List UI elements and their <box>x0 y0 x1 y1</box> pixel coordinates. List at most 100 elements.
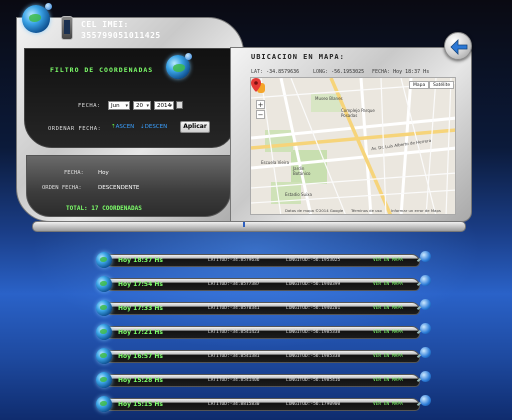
satellite-type-button[interactable]: Satélite <box>429 81 455 89</box>
desc-label: DESCEN <box>144 124 168 130</box>
filter-form <box>24 48 234 148</box>
year-select[interactable]: 2014 <box>154 101 174 111</box>
globe-icon <box>96 348 112 364</box>
map-pin-icon[interactable] <box>420 251 431 262</box>
map-terms-link[interactable]: Términos de uso <box>351 208 382 213</box>
back-button[interactable] <box>444 32 472 60</box>
see-on-map-link[interactable]: VER EN MAPA <box>373 258 403 263</box>
calendar-icon[interactable] <box>176 101 183 109</box>
zoom-in-button[interactable]: + <box>256 100 265 109</box>
order-desc-link[interactable]: ⇣DESCEN <box>140 124 167 130</box>
map-lng-label: LONG: <box>313 69 329 75</box>
order-asc-link[interactable]: ⇡ASCEN <box>111 124 134 130</box>
order-label: ORDENAR FECHA: <box>48 126 102 132</box>
lng-prefix: LONGITUD: <box>286 282 311 287</box>
map-label-estadio: Estadio Suixa <box>285 192 313 197</box>
map-date-label: FECHA: <box>372 69 391 75</box>
item-time: Hoy 17:33 Hs <box>118 305 163 312</box>
see-on-map-link[interactable]: VER EN MAPA <box>373 378 403 383</box>
lng-value: -56.1985338 <box>310 330 341 335</box>
item-lat: LATITUD:-34.8579636 <box>208 258 260 263</box>
map-marker-icon[interactable] <box>251 78 261 92</box>
map-report-link[interactable]: Informar un error de Maps <box>391 208 441 213</box>
map-pin-icon[interactable] <box>420 371 431 382</box>
list-item[interactable]: Hoy 17:33 Hs LATITUD:-34.8570341 LONGITU… <box>96 299 432 317</box>
list-item[interactable]: Hoy 17:54 Hs LATITUD:-34.8577387 LONGITU… <box>96 275 432 293</box>
list-item[interactable]: Hoy 17:21 Hs LATITUD:-34.8541423 LONGITU… <box>96 323 432 341</box>
map-pin-icon[interactable] <box>420 323 431 334</box>
map-lat-label: LAT: <box>251 69 264 75</box>
globe-icon <box>96 252 112 268</box>
list-item[interactable]: Hoy 16:57 Hs LATITUD:-34.8541381 LONGITU… <box>96 347 432 365</box>
lng-value: -56.1985338 <box>310 354 341 359</box>
map-lng-value: -56.1953025 <box>331 69 365 75</box>
globe-icon <box>96 372 112 388</box>
map-date: FECHA: Hoy 18:37 Hs <box>372 69 429 75</box>
map-pin-icon[interactable] <box>420 347 431 358</box>
map-lat: LAT: -34.8579636 <box>251 69 299 75</box>
lat-value: -34.8541423 <box>229 330 260 335</box>
map-lng: LONG: -56.1953025 <box>313 69 364 75</box>
map-pin-icon[interactable] <box>420 275 431 286</box>
lng-prefix: LONGITUD: <box>286 354 311 359</box>
day-select[interactable]: 20 <box>133 101 151 111</box>
lat-prefix: LATITUD: <box>208 402 230 407</box>
lng-prefix: LONGITUD: <box>286 378 311 383</box>
list-item[interactable]: Hoy 15:15 Hs LATITUD:-34.8815830 LONGITU… <box>96 395 432 413</box>
map-pin-icon[interactable] <box>420 395 431 406</box>
panel-divider <box>32 221 466 232</box>
lat-value: -34.8541406 <box>229 378 260 383</box>
lat-prefix: LATITUD: <box>208 378 230 383</box>
item-lng: LONGITUD:-56.1985338 <box>286 330 340 335</box>
google-map[interactable]: + − Mapa Satélite Museo Blanes Complejo … <box>250 77 456 215</box>
map-pin-icon[interactable] <box>420 299 431 310</box>
map-date-value: Hoy 18:37 Hs <box>393 69 430 75</box>
item-lat: LATITUD:-34.8570341 <box>208 306 260 311</box>
map-type-button[interactable]: Mapa <box>409 81 430 89</box>
item-lng: LONGITUD:-56.1940201 <box>286 306 340 311</box>
zoom-out-button[interactable]: − <box>256 110 265 119</box>
globe-icon <box>96 324 112 340</box>
lat-value: -34.8815830 <box>229 402 260 407</box>
lng-value: -56.1985416 <box>310 378 341 383</box>
map-label-escuela: Escuela Vieira <box>261 160 290 165</box>
lat-value: -34.8541381 <box>229 354 260 359</box>
item-time: Hoy 16:57 Hs <box>118 353 163 360</box>
filter-globe-icon <box>166 53 192 79</box>
app-globe-icon <box>22 3 52 33</box>
item-time: Hoy 17:21 Hs <box>118 329 163 336</box>
item-time: Hoy 15:28 Hs <box>118 377 163 384</box>
map-label-complejo: Complejo Parque Posadas <box>341 108 375 118</box>
lat-value: -34.8570341 <box>229 306 260 311</box>
month-select[interactable]: Jun <box>108 101 130 111</box>
summary-order-value: DESCENDENTE <box>98 185 140 191</box>
globe-icon <box>96 300 112 316</box>
lng-prefix: LONGITUD: <box>286 330 311 335</box>
globe-icon <box>96 276 112 292</box>
device-info: CEL IMEI: 355799051011425 <box>76 16 226 42</box>
summary-order-label: ORDEN FECHA: <box>42 185 82 191</box>
divider-handle[interactable] <box>243 222 245 227</box>
lat-value: -34.8577387 <box>229 282 260 287</box>
back-arrow-icon <box>450 39 468 55</box>
apply-button[interactable]: Aplicar <box>180 121 210 133</box>
item-time: Hoy 17:54 Hs <box>118 281 163 288</box>
item-lng: LONGITUD:-56.1790900 <box>286 402 340 407</box>
see-on-map-link[interactable]: VER EN MAPA <box>373 402 403 407</box>
item-time: Hoy 15:15 Hs <box>118 401 163 408</box>
see-on-map-link[interactable]: VER EN MAPA <box>373 306 403 311</box>
list-item[interactable]: Hoy 15:28 Hs LATITUD:-34.8541406 LONGITU… <box>96 371 432 389</box>
see-on-map-link[interactable]: VER EN MAPA <box>373 282 403 287</box>
lat-prefix: LATITUD: <box>208 354 230 359</box>
item-time: Hoy 18:37 Hs <box>118 257 163 264</box>
lng-value: -56.1790900 <box>310 402 341 407</box>
lng-prefix: LONGITUD: <box>286 306 311 311</box>
see-on-map-link[interactable]: VER EN MAPA <box>373 330 403 335</box>
list-item[interactable]: Hoy 18:37 Hs LATITUD:-34.8579636 LONGITU… <box>96 251 432 269</box>
item-lng: LONGITUD:-56.1953025 <box>286 258 340 263</box>
map-title: UBICACION EN MAPA: <box>251 53 345 61</box>
see-on-map-link[interactable]: VER EN MAPA <box>373 354 403 359</box>
lat-value: -34.8579636 <box>229 258 260 263</box>
item-lat: LATITUD:-34.8541381 <box>208 354 260 359</box>
item-lat: LATITUD:-34.8577387 <box>208 282 260 287</box>
